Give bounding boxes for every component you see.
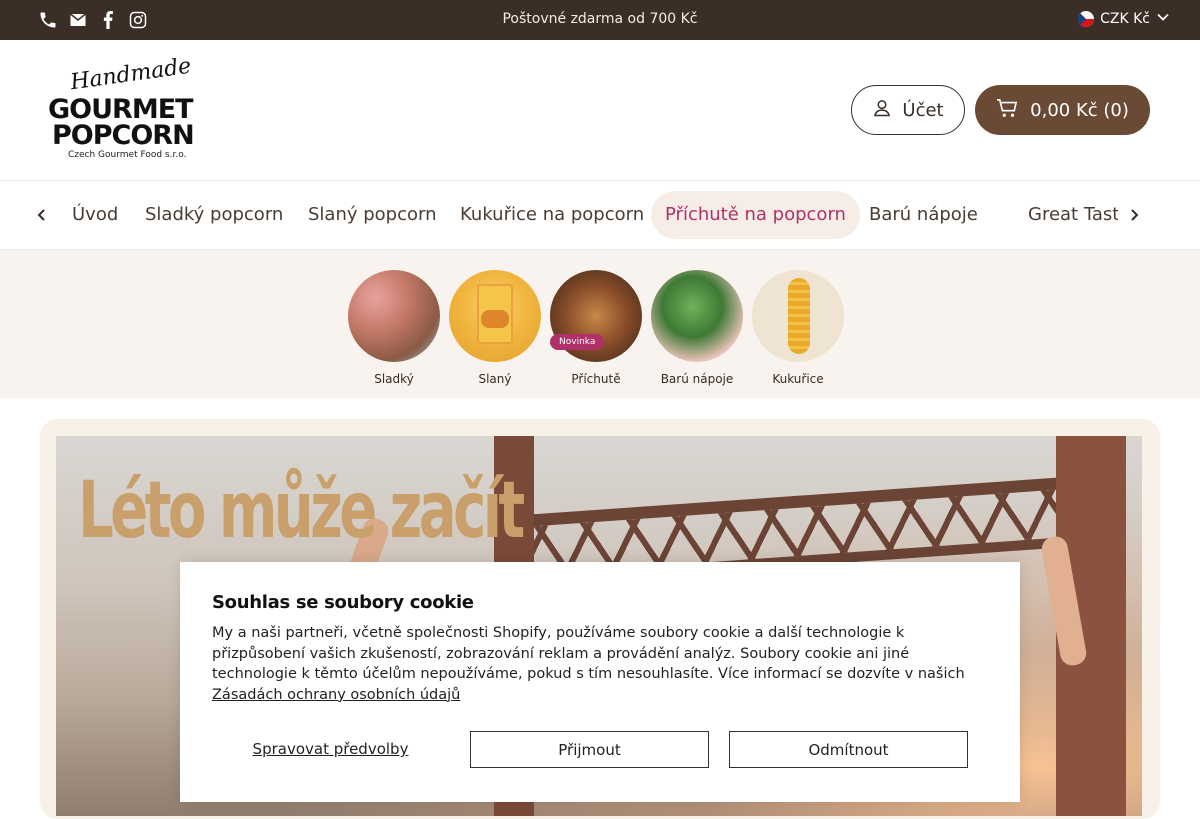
account-button[interactable]: Účet [851,85,965,135]
privacy-policy-link[interactable]: Zásadách ochrany osobních údajů [212,687,460,703]
nav-item-prichute[interactable]: Příchutě na popcorn [651,191,860,239]
cart-icon [996,98,1018,123]
nav-item-sladky-popcorn[interactable]: Sladký popcorn [131,191,297,239]
cookie-body-text: My a naši partneři, včetně společnosti S… [212,625,965,682]
category-kukurice[interactable]: Kukuřice [748,270,848,386]
category-label: Slaný [478,372,512,386]
category-sladky[interactable]: Sladký [344,270,444,386]
logo-line-2: POPCORN [52,120,195,151]
currency-selector[interactable]: CZK Kč [1078,10,1170,28]
hero-headline: Léto může začít [78,466,525,556]
cart-button[interactable]: 0,00 Kč (0) [975,85,1150,135]
logo-script-text: Handmade [68,53,193,96]
category-image [651,270,743,362]
user-icon [872,98,892,123]
nav-item-baru-napoje[interactable]: Barú nápoje [855,191,992,239]
chevron-down-icon [1156,10,1170,28]
decline-cookies-button[interactable]: Odmítnout [729,731,968,768]
category-baru-napoje[interactable]: Barú nápoje [647,270,747,386]
category-label: Sladký [374,372,414,386]
category-label: Kukuřice [772,372,824,386]
logo-subtitle: Czech Gourmet Food s.r.o. [68,150,187,160]
announcement-bar: Poštovné zdarma od 700 Kč CZK Kč [0,0,1200,40]
category-label: Barú nápoje [660,372,734,386]
shipping-announcement: Poštovné zdarma od 700 Kč [502,11,698,27]
site-logo[interactable]: Handmade GOURMET POPCORN Czech Gourmet F… [48,54,208,162]
cookie-title: Souhlas se soubory cookie [212,592,474,613]
manage-preferences-link[interactable]: Spravovat předvolby [212,731,449,768]
main-navigation: Úvod Sladký popcorn Slaný popcorn Kukuři… [0,181,1200,250]
site-header: Handmade GOURMET POPCORN Czech Gourmet F… [0,40,1200,181]
category-image [752,270,844,362]
category-label: Příchutě [571,372,621,386]
account-label: Účet [902,99,944,121]
category-shortcuts: Sladký Slaný Novinka Příchutě Barú nápoj… [0,250,1200,398]
nav-scroll-right-button[interactable] [1124,203,1144,227]
nav-items: Úvod Sladký popcorn Slaný popcorn Kukuři… [58,191,1118,239]
cart-label: 0,00 Kč (0) [1030,99,1129,121]
cookie-consent-dialog: Souhlas se soubory cookie My a naši part… [180,562,1020,802]
currency-label: CZK Kč [1100,11,1150,27]
nav-item-great-taste[interactable]: Great Taste [1014,191,1118,239]
cookie-description: My a naši partneři, včetně společnosti S… [212,623,992,705]
category-image [348,270,440,362]
czech-flag-icon [1078,11,1095,27]
nav-item-uvod[interactable]: Úvod [58,191,132,239]
nav-item-slany-popcorn[interactable]: Slaný popcorn [294,191,451,239]
category-image [449,270,541,362]
new-badge: Novinka [550,334,605,350]
accept-cookies-button[interactable]: Přijmout [470,731,709,768]
nav-item-kukurice[interactable]: Kukuřice na popcorn [446,191,658,239]
category-slany[interactable]: Slaný [445,270,545,386]
nav-scroll-left-button[interactable] [32,203,52,227]
category-prichute[interactable]: Novinka Příchutě [546,270,646,386]
